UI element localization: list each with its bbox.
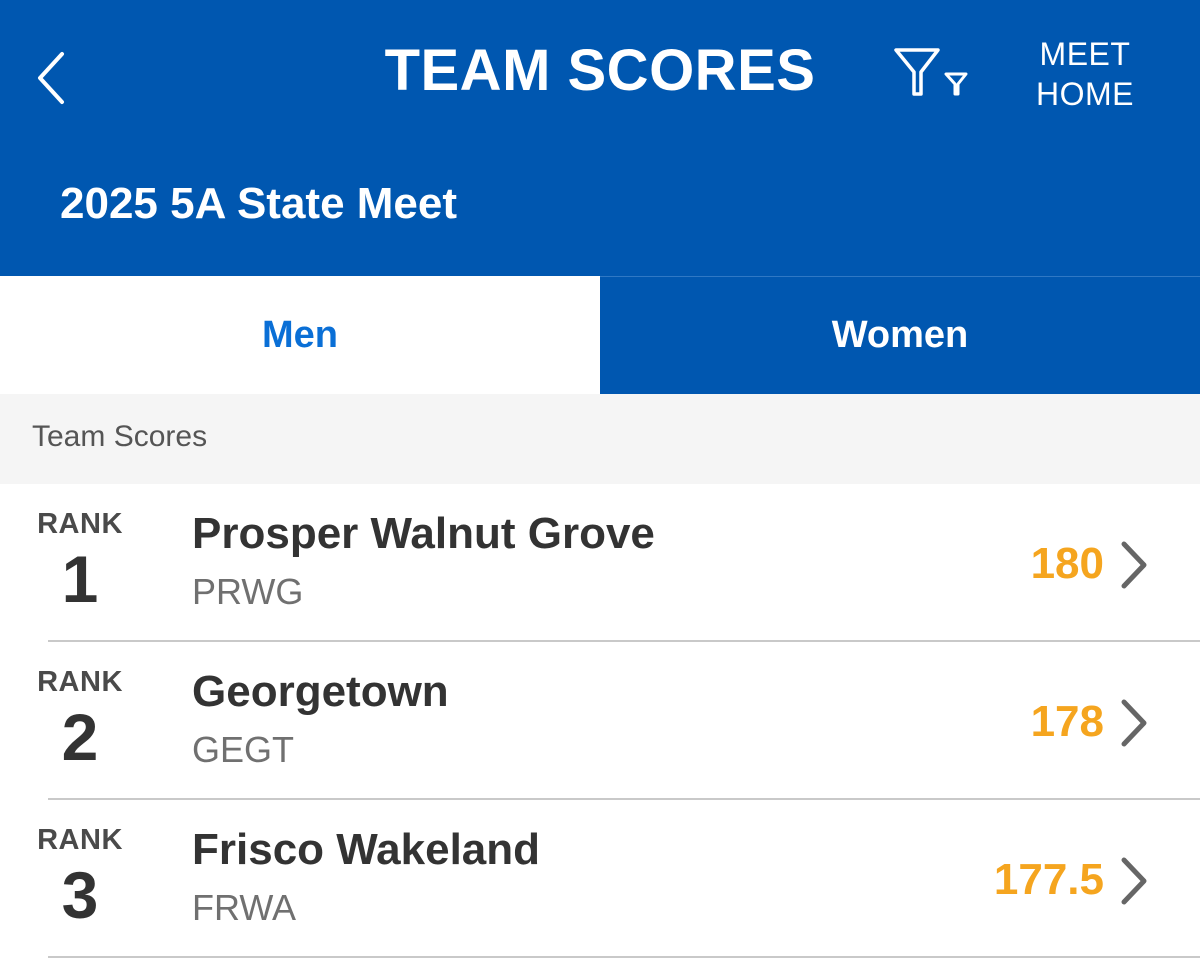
- meet-home-button[interactable]: MEET HOME: [1026, 34, 1144, 114]
- filter-button[interactable]: [888, 44, 976, 104]
- chevron-right-icon: [1121, 541, 1147, 589]
- chevron-right-icon: [1121, 699, 1147, 747]
- gender-tabs: Men Women: [0, 276, 1200, 394]
- rank-number: 2: [61, 700, 99, 774]
- team-score: 180: [1030, 539, 1104, 588]
- back-button[interactable]: [28, 40, 80, 116]
- rank-number: 3: [61, 858, 99, 932]
- meet-name: 2025 5A State Meet: [60, 179, 458, 228]
- tab-men[interactable]: Men: [0, 276, 600, 394]
- team-row[interactable]: RANK 1 Prosper Walnut Grove PRWG 180: [0, 484, 1200, 642]
- team-score: 177.5: [993, 855, 1104, 904]
- tab-women[interactable]: Women: [600, 276, 1200, 394]
- team-row[interactable]: RANK 2 Georgetown GEGT 178: [0, 642, 1200, 800]
- top-bar: TEAM SCORES MEET HOME 2025 5A State Meet: [0, 0, 1200, 276]
- team-score: 178: [1030, 697, 1104, 746]
- rank-number: 1: [61, 542, 99, 616]
- team-name: Frisco Wakeland: [192, 825, 541, 874]
- rank-label: RANK: [37, 666, 123, 698]
- meet-home-label-line2: HOME: [1036, 76, 1134, 112]
- app: TEAM SCORES MEET HOME 2025 5A State Meet…: [0, 0, 1200, 980]
- team-row[interactable]: RANK 3 Frisco Wakeland FRWA 177.5: [0, 800, 1200, 958]
- page-title: TEAM SCORES: [384, 38, 816, 103]
- filter-icon: [894, 48, 968, 96]
- team-name: Prosper Walnut Grove: [192, 509, 655, 558]
- team-code: FRWA: [192, 887, 296, 928]
- rank-label: RANK: [37, 824, 123, 856]
- row-divider: [48, 956, 1200, 958]
- section-header: Team Scores: [0, 394, 1200, 484]
- team-scores-list: RANK 1 Prosper Walnut Grove PRWG 180 RAN…: [0, 484, 1200, 958]
- team-name: Georgetown: [192, 667, 449, 716]
- team-code: GEGT: [192, 729, 295, 770]
- rank-label: RANK: [37, 508, 123, 540]
- team-code: PRWG: [192, 571, 304, 612]
- chevron-right-icon: [1121, 857, 1147, 905]
- chevron-left-icon: [38, 52, 64, 104]
- meet-home-label-line1: MEET: [1039, 36, 1131, 72]
